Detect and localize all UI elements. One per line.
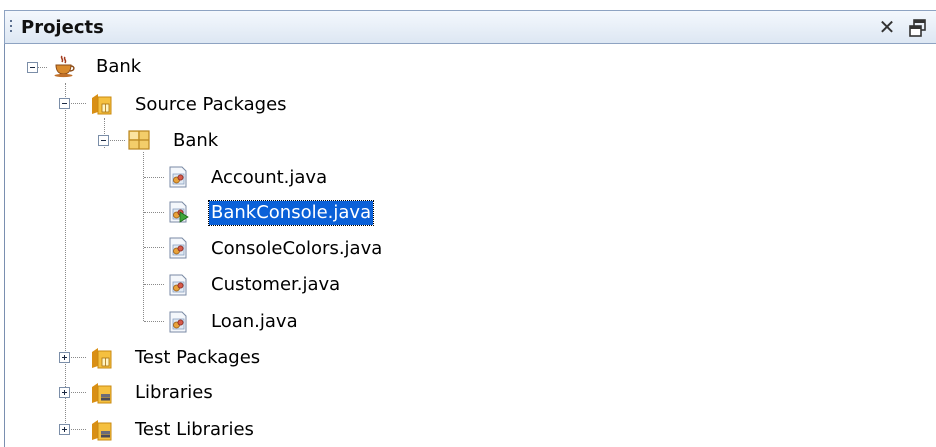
tree-item-file[interactable]: Account.java: [209, 166, 329, 190]
tree-guide-line: [144, 177, 164, 178]
tree-guide-line: [144, 247, 164, 248]
tree-item-file[interactable]: Loan.java: [209, 310, 300, 334]
restore-window-icon[interactable]: [907, 17, 929, 39]
expand-toggle-icon[interactable]: [59, 424, 70, 435]
tree-guide-line: [144, 321, 164, 322]
tree-guide-line: [71, 429, 86, 430]
java-file-icon: [167, 237, 189, 259]
tree-guide-line: [71, 103, 86, 104]
java-file-icon: [167, 166, 189, 188]
tree-item-file-selected[interactable]: BankConsole.java: [207, 200, 375, 226]
tree-guide-line: [71, 357, 86, 358]
java-cup-icon: [52, 54, 75, 78]
java-file-icon: [167, 274, 189, 296]
tree-item-test-packages[interactable]: Test Packages: [133, 346, 262, 370]
panel-titlebar[interactable]: Projects ✕: [4, 10, 936, 44]
tree-guide-line: [65, 83, 66, 429]
panel-title: Projects: [21, 17, 104, 38]
drag-grip-icon[interactable]: [10, 20, 13, 36]
collapse-toggle-icon[interactable]: [59, 98, 70, 109]
tree-item-source-packages[interactable]: Source Packages: [133, 93, 289, 117]
tree-guide-line: [37, 67, 47, 68]
tree-item-file[interactable]: Customer.java: [209, 273, 342, 297]
collapse-toggle-icon[interactable]: [98, 135, 109, 146]
java-main-class-icon: [167, 201, 189, 223]
close-icon[interactable]: ✕: [875, 15, 899, 39]
expand-toggle-icon[interactable]: [59, 352, 70, 363]
tree-item-libraries[interactable]: Libraries: [133, 381, 215, 405]
project-tree: Bank Source Packages Bank Account.java B…: [0, 44, 936, 447]
tree-guide-line: [110, 140, 125, 141]
package-folder-icon: [90, 92, 112, 115]
package-folder-icon: [90, 346, 112, 369]
package-icon: [127, 128, 150, 150]
tree-item-file[interactable]: ConsoleColors.java: [209, 237, 384, 261]
library-folder-icon: [90, 381, 112, 404]
expand-toggle-icon[interactable]: [59, 387, 70, 398]
tree-guide-line: [144, 212, 164, 213]
tree-guide-line: [71, 392, 86, 393]
tree-guide-line: [144, 284, 164, 285]
tree-item-test-libraries[interactable]: Test Libraries: [133, 418, 256, 442]
java-file-icon: [167, 311, 189, 333]
collapse-toggle-icon[interactable]: [27, 62, 38, 73]
projects-panel: Projects ✕ Bank Source Packages Bank Acc…: [0, 0, 936, 447]
library-folder-icon: [90, 418, 112, 441]
tree-item-bank-project[interactable]: Bank: [94, 55, 143, 79]
tree-item-bank-package[interactable]: Bank: [171, 129, 220, 153]
